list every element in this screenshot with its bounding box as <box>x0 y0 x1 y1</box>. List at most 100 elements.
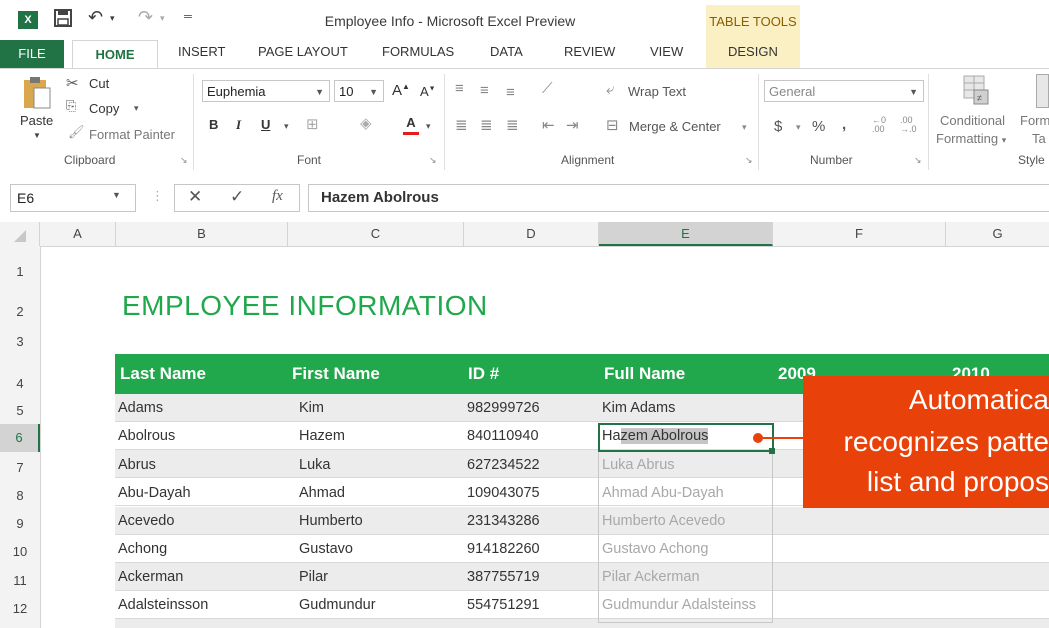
header-full-name[interactable]: Full Name <box>604 364 685 384</box>
cell-last-name[interactable]: Achong <box>118 541 167 557</box>
row-header[interactable]: 7 <box>0 460 40 475</box>
cell-first-name[interactable]: Luka <box>299 457 330 473</box>
fill-handle[interactable] <box>769 448 775 454</box>
cell-last-name[interactable]: Acevedo <box>118 513 174 529</box>
cell-first-name[interactable]: Gustavo <box>299 541 353 557</box>
bold-button[interactable]: B <box>209 117 218 132</box>
cell-last-name[interactable]: Abolrous <box>118 428 175 444</box>
cell-last-name[interactable]: Abrus <box>118 457 156 473</box>
redo-dropdown-icon[interactable]: ▾ <box>160 13 165 24</box>
currency-button[interactable]: $ <box>774 118 782 135</box>
italic-button[interactable]: I <box>236 117 241 133</box>
underline-button[interactable]: U <box>261 117 270 132</box>
copy-button[interactable]: Copy <box>89 101 119 116</box>
insert-function-button[interactable]: fx <box>272 188 283 205</box>
column-header-b[interactable]: B <box>116 222 288 246</box>
cell-first-name[interactable]: Kim <box>299 400 324 416</box>
increase-indent-icon[interactable]: ⇥ <box>566 116 579 134</box>
cell-first-name[interactable]: Gudmundur <box>299 597 376 613</box>
conditional-formatting-label-1[interactable]: Conditional <box>940 113 1005 128</box>
increase-decimal-icon[interactable]: ←0.00 <box>872 116 886 134</box>
row-header[interactable]: 1 <box>0 264 40 279</box>
decrease-decimal-icon[interactable]: .00 →.0 <box>900 116 917 134</box>
paste-button[interactable]: Paste <box>20 113 53 128</box>
formula-bar-resize-icon[interactable]: ⋮ <box>151 188 164 204</box>
row-header[interactable]: 4 <box>0 376 40 391</box>
tab-view[interactable]: VIEW <box>650 44 683 59</box>
tab-design[interactable]: DESIGN <box>728 44 778 59</box>
tab-home[interactable]: HOME <box>72 40 158 69</box>
decrease-indent-icon[interactable]: ⇤ <box>542 116 555 134</box>
customize-qat-icon[interactable]: ═ <box>184 11 192 23</box>
font-color-button[interactable]: A <box>402 114 420 135</box>
shrink-font-button[interactable]: A▼ <box>420 84 436 99</box>
conditional-formatting-label-2[interactable]: Formatting ▾ <box>936 131 1006 146</box>
undo-icon[interactable]: ↶ <box>88 7 103 28</box>
cell-last-name[interactable]: Abu-Dayah <box>118 485 191 501</box>
tab-formulas[interactable]: FORMULAS <box>382 44 454 59</box>
cell-id[interactable]: 982999726 <box>467 400 540 416</box>
tab-insert[interactable]: INSERT <box>178 44 225 59</box>
header-last-name[interactable]: Last Name <box>120 364 206 384</box>
cell-first-name[interactable]: Humberto <box>299 513 363 529</box>
conditional-formatting-icon[interactable]: ≠ <box>962 74 990 113</box>
align-middle-icon[interactable]: ≡ <box>480 82 489 99</box>
paste-dropdown-icon[interactable]: ▼ <box>33 131 41 140</box>
merge-center-button[interactable]: Merge & Center <box>629 119 721 134</box>
cell-id[interactable]: 231343286 <box>467 513 540 529</box>
merge-dropdown-icon[interactable]: ▾ <box>742 122 747 133</box>
select-all-corner[interactable] <box>0 222 40 246</box>
align-right-icon[interactable]: ≣ <box>506 116 519 134</box>
align-top-icon[interactable]: ≡ <box>455 80 464 97</box>
cell-id[interactable]: 627234522 <box>467 457 540 473</box>
cell-last-name[interactable]: Adalsteinsson <box>118 597 208 613</box>
row-header[interactable]: 3 <box>0 334 40 349</box>
fill-color-icon[interactable]: ◈ <box>360 114 372 132</box>
borders-icon[interactable]: ⊞ <box>306 115 319 133</box>
tab-review[interactable]: REVIEW <box>564 44 615 59</box>
cell-id[interactable]: 914182260 <box>467 541 540 557</box>
cell-last-name[interactable]: Adams <box>118 400 163 416</box>
column-header-c[interactable]: C <box>288 222 464 246</box>
cut-button[interactable]: Cut <box>89 76 109 91</box>
cell-id[interactable]: 840110940 <box>467 428 539 444</box>
font-launcher-icon[interactable]: ↘ <box>429 155 437 166</box>
tab-file[interactable]: FILE <box>0 40 64 68</box>
cell-first-name[interactable]: Hazem <box>299 428 345 444</box>
column-header-e[interactable]: E <box>599 222 773 246</box>
column-header-f[interactable]: F <box>773 222 946 246</box>
column-header-d[interactable]: D <box>464 222 599 246</box>
number-format-select[interactable]: General ▼ <box>764 80 924 102</box>
font-color-dropdown-icon[interactable]: ▾ <box>426 121 431 132</box>
align-center-icon[interactable]: ≣ <box>480 116 493 134</box>
row-header[interactable]: 5 <box>0 403 40 418</box>
clipboard-launcher-icon[interactable]: ↘ <box>180 155 188 166</box>
name-box-dropdown-icon[interactable]: ▼ <box>112 190 121 200</box>
column-header-a[interactable]: A <box>40 222 116 246</box>
header-first-name[interactable]: First Name <box>292 364 380 384</box>
save-icon[interactable] <box>54 9 72 32</box>
copy-dropdown-icon[interactable]: ▾ <box>134 103 139 114</box>
undo-dropdown-icon[interactable]: ▾ <box>110 13 115 24</box>
align-bottom-icon[interactable]: ≡ <box>506 84 515 101</box>
row-header[interactable]: 9 <box>0 516 40 531</box>
cell-id[interactable]: 109043075 <box>467 485 540 501</box>
align-left-icon[interactable]: ≣ <box>455 116 468 134</box>
format-as-table-label-1[interactable]: Form <box>1020 113 1049 128</box>
currency-dropdown-icon[interactable]: ▾ <box>796 122 801 133</box>
cell-first-name[interactable]: Ahmad <box>299 485 345 501</box>
tab-data[interactable]: DATA <box>490 44 523 59</box>
header-id[interactable]: ID # <box>468 364 499 384</box>
alignment-launcher-icon[interactable]: ↘ <box>745 155 753 166</box>
cell-full-name[interactable]: Kim Adams <box>602 400 675 416</box>
format-as-table-icon[interactable] <box>1036 74 1049 108</box>
orientation-icon[interactable]: ⟋ <box>542 80 553 97</box>
percent-button[interactable]: % <box>812 118 825 135</box>
format-as-table-label-2[interactable]: Ta <box>1032 131 1046 146</box>
underline-dropdown-icon[interactable]: ▾ <box>284 121 289 132</box>
cell-first-name[interactable]: Pilar <box>299 569 328 585</box>
wrap-text-button[interactable]: Wrap Text <box>628 84 686 99</box>
font-name-select[interactable]: Euphemia ▼ <box>202 80 330 102</box>
row-header[interactable]: 8 <box>0 488 40 503</box>
row-header[interactable]: 6 <box>0 424 40 452</box>
